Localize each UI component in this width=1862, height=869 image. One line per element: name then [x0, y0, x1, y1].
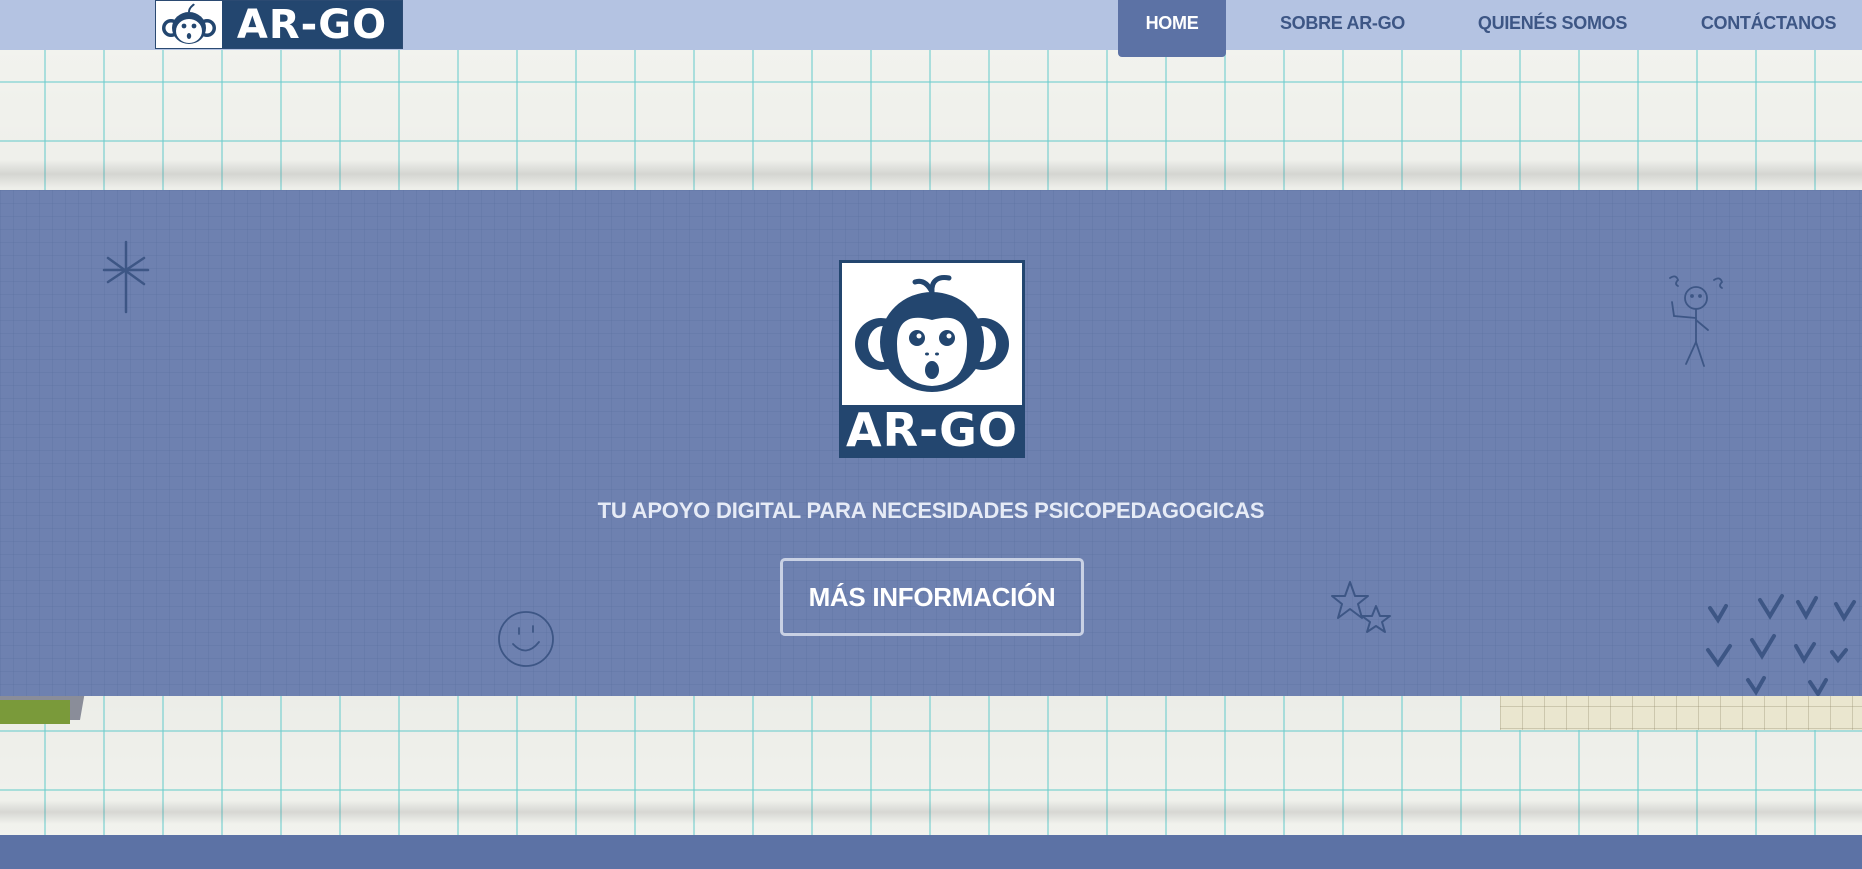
site-logo[interactable]: AR-GO [155, 0, 403, 49]
hero-tagline: TU APOYO DIGITAL PARA NECESIDADES PSICOP… [597, 498, 1265, 523]
more-info-button[interactable]: MÁS INFORMACIÓN [780, 558, 1084, 636]
nav-item-contactanos[interactable]: CONTÁCTANOS [1700, 0, 1837, 57]
paper-crease [0, 160, 1862, 188]
hero-section: AR-GO TU APOYO DIGITAL PARA NECESIDADES … [0, 190, 1862, 696]
nav-item-sobre-ar-go[interactable]: SOBRE AR-GO [1270, 0, 1415, 57]
checkmarks-doodle [1706, 594, 1856, 696]
hero-logo: AR-GO [839, 260, 1025, 458]
hero-logo-wordmark: AR-GO [842, 403, 1022, 457]
paper-crease-bottom [0, 800, 1862, 824]
stick-figure-doodle [1669, 275, 1724, 367]
site-header: AR-GO HOME SOBRE AR-GO QUIENÉS SOMOS CON… [0, 0, 1862, 57]
nav-item-quienes-somos[interactable]: QUIENÉS SOMOS [1475, 0, 1630, 57]
smiley-doodle [498, 611, 554, 667]
monkey-face-icon [842, 263, 1022, 405]
green-tape-strip [0, 700, 70, 724]
logo-wordmark: AR-GO [222, 1, 402, 48]
nav-item-home[interactable]: HOME [1118, 0, 1226, 57]
stars-doodle [1331, 581, 1391, 633]
asterisk-doodle [102, 240, 150, 314]
footer-bar [0, 835, 1862, 869]
monkey-face-icon [156, 1, 222, 48]
